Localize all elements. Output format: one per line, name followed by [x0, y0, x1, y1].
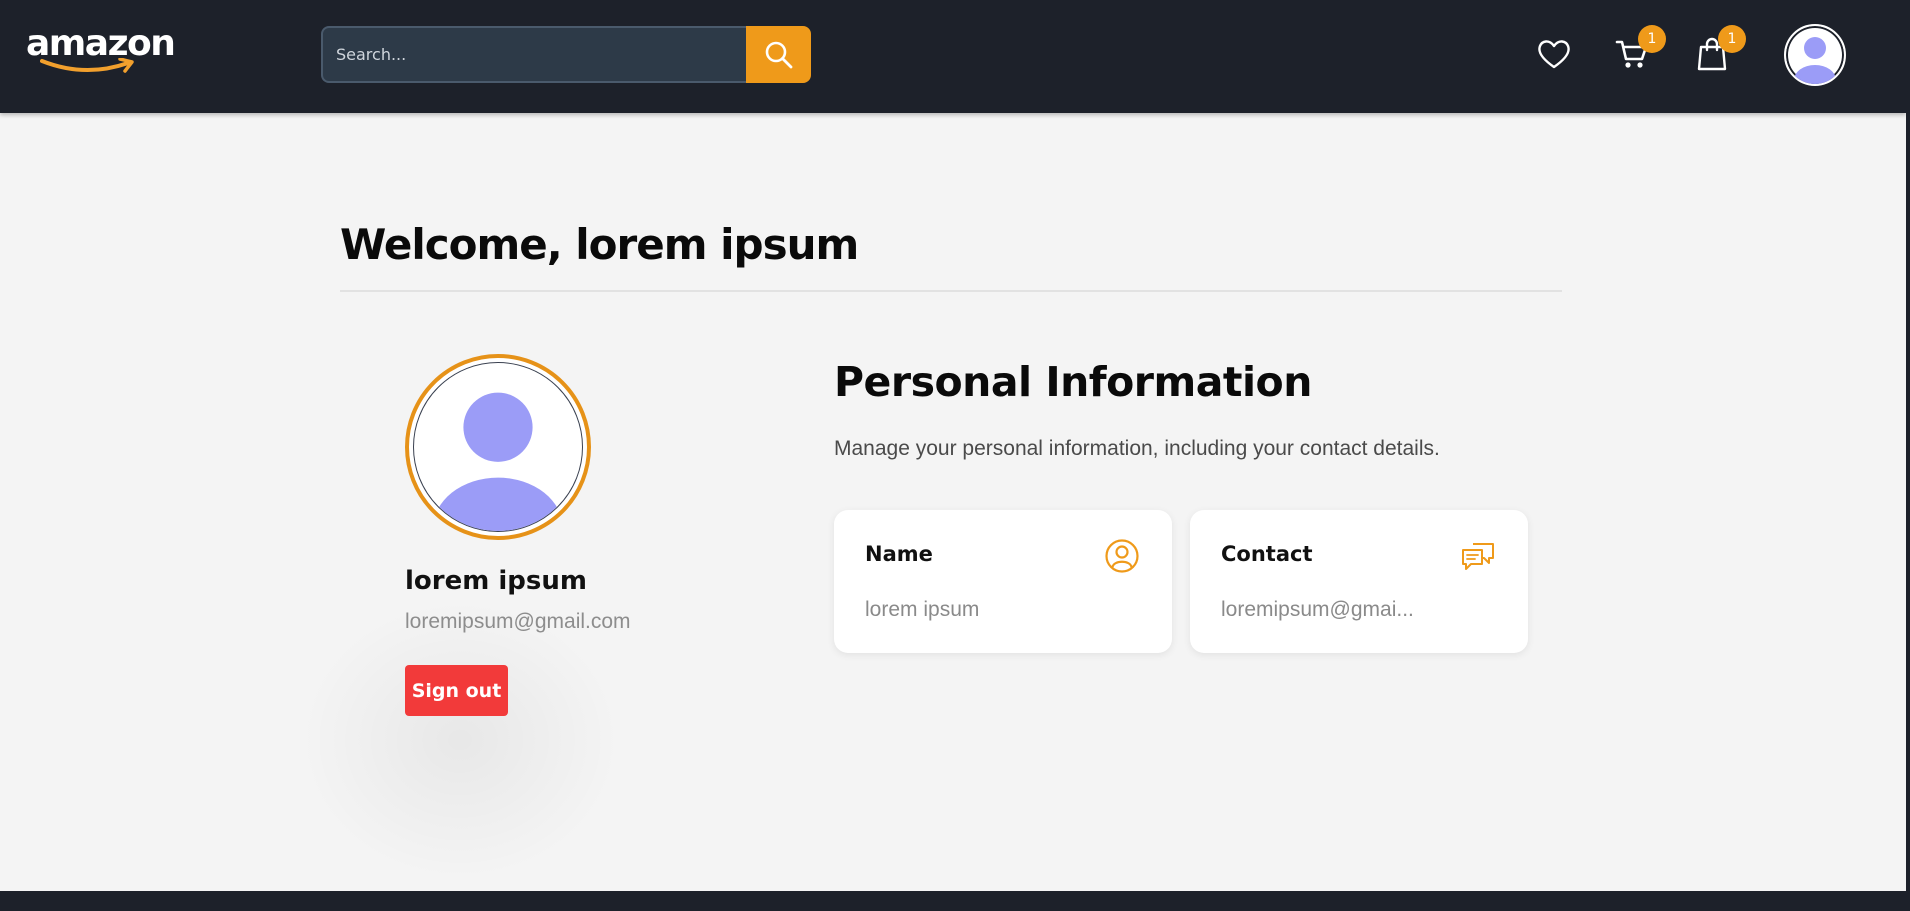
card-value: loremipsum@gmai...: [1221, 598, 1414, 621]
card-value: lorem ipsum: [865, 598, 980, 621]
search-bar: [321, 26, 811, 83]
amazon-logo[interactable]: amazon: [26, 24, 176, 80]
search-input[interactable]: [321, 26, 746, 83]
cart-button[interactable]: 1: [1612, 25, 1666, 74]
profile-email: loremipsum@gmail.com: [405, 610, 631, 633]
logo-smile-icon: [40, 58, 134, 73]
user-silhouette-icon: [432, 392, 564, 531]
footer: [0, 891, 1910, 911]
section-title: Personal Information: [834, 358, 1312, 406]
page-title: Welcome, lorem ipsum: [340, 220, 859, 269]
chat-bubbles-icon: [1462, 543, 1494, 570]
contact-card[interactable]: Contact loremipsum@gmai...: [1190, 510, 1528, 653]
title-divider: [340, 290, 1562, 292]
decorative-shadow: [300, 600, 620, 880]
orders-button[interactable]: 1: [1692, 25, 1746, 74]
wishlist-button[interactable]: [1534, 34, 1574, 74]
search-icon: [765, 41, 792, 68]
card-title: Contact: [1221, 542, 1313, 566]
bag-count-badge: 1: [1718, 25, 1746, 53]
section-description: Manage your personal information, includ…: [834, 437, 1440, 460]
heart-icon: [1538, 40, 1570, 69]
card-title: Name: [865, 542, 933, 566]
user-circle-icon: [1105, 539, 1139, 573]
top-navbar: amazon 1 1: [0, 0, 1906, 113]
scrollbar-track[interactable]: [1906, 0, 1910, 911]
search-button[interactable]: [746, 26, 811, 83]
name-card[interactable]: Name lorem ipsum: [834, 510, 1172, 653]
profile-name: lorem ipsum: [405, 566, 587, 596]
sign-out-button[interactable]: Sign out: [405, 665, 508, 716]
cart-count-badge: 1: [1638, 25, 1666, 53]
user-avatar-button[interactable]: [1784, 24, 1846, 86]
profile-avatar: [405, 354, 591, 540]
avatar-icon: [1794, 37, 1836, 84]
